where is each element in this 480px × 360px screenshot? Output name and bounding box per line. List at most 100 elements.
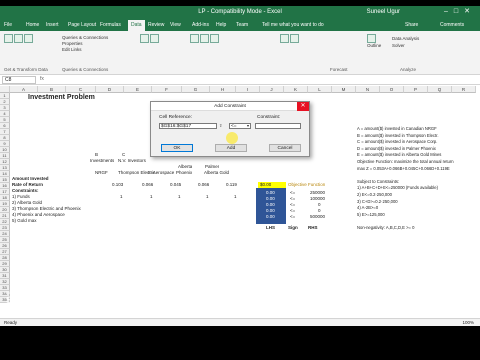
column-header[interactable]: D — [96, 86, 124, 93]
status-ready: Ready — [4, 320, 18, 325]
edit-links-item[interactable]: Edit Links — [62, 47, 108, 53]
column-header[interactable]: L — [308, 86, 332, 93]
tab-team[interactable]: Team — [236, 22, 248, 28]
tab-data[interactable]: Data — [128, 20, 145, 31]
column-header[interactable]: B — [38, 86, 66, 93]
mouse-cursor-highlight — [226, 132, 238, 144]
video-overlay-caption: LP Problem Excel — [58, 292, 89, 306]
note-line: E = amount($) invested in Alberta Gold M… — [357, 152, 442, 158]
comments-button[interactable]: Comments — [440, 22, 464, 28]
column-header[interactable]: R — [452, 86, 476, 93]
asset-name-3: In Aerospace — [148, 170, 175, 175]
outline-label: Outline — [367, 43, 382, 48]
note-line: 5) E>=125,000 — [357, 211, 385, 217]
column-header[interactable]: J — [260, 86, 284, 93]
tab-file[interactable]: File — [4, 22, 12, 28]
tab-page-layout[interactable]: Page Layout — [68, 22, 96, 28]
constraint-input[interactable] — [255, 123, 301, 129]
note-line: 2) E<=0.2·250,000 — [357, 191, 392, 197]
add-button[interactable]: Add — [215, 144, 247, 152]
get-transform-label: Get & Transform Data — [4, 67, 48, 72]
rate-e: 0.066 — [198, 182, 210, 187]
dialog-title: Add Constraint — [151, 102, 309, 111]
add-constraint-dialog: Add Constraint ✕ Cell Reference: $G$16:$… — [150, 101, 310, 157]
get-data-group[interactable] — [4, 34, 34, 43]
window-controls[interactable]: –□✕ — [444, 7, 476, 15]
queries-label: Queries & Connections — [62, 67, 109, 72]
lhs-footer: LHS — [266, 225, 275, 230]
column-header[interactable]: M — [332, 86, 356, 93]
cancel-button[interactable]: Cancel — [269, 144, 301, 152]
column-header[interactable]: A — [10, 86, 38, 93]
note-line: Objective Function: maximize the total a… — [357, 158, 454, 164]
problem-notes: A = amount($) invested in Canadian NRGF B… — [357, 126, 479, 232]
remove-duplicates-icon — [210, 34, 219, 43]
rhs-5: 500000 — [310, 214, 326, 219]
ok-button[interactable]: OK — [161, 144, 193, 152]
cell-ref-collapse-icon[interactable]: ⇧ — [219, 123, 222, 128]
asset-name-5: Alberta Gold — [204, 170, 230, 175]
chevron-down-icon[interactable]: ▾ — [247, 123, 249, 128]
column-header[interactable]: Q — [428, 86, 452, 93]
column-header[interactable]: E — [124, 86, 152, 93]
note-line: Non-negativity: A,B,C,D,E >= 0 — [357, 224, 415, 230]
from-text-icon — [14, 34, 23, 43]
select-all-corner[interactable] — [0, 86, 10, 93]
tab-home[interactable]: Home — [26, 22, 39, 28]
tab-add-ins[interactable]: Add-ins — [192, 22, 209, 28]
tab-formulas[interactable]: Formulas — [100, 22, 121, 28]
ribbon-tabs: File Home Insert Page Layout Formulas Data Rev… — [0, 20, 480, 31]
column-header[interactable]: P — [404, 86, 428, 93]
note-line: C = amount($) invested in Aerospace Corp… — [357, 139, 438, 145]
filter-icon — [150, 34, 159, 43]
asset-name-4: Phoenix — [176, 170, 193, 175]
analyze-group: Data Analysis Solver — [392, 35, 419, 49]
user-name: Suneel Ugur — [366, 9, 400, 15]
zoom-level[interactable]: 100% — [462, 320, 474, 325]
column-header[interactable]: F — [152, 86, 182, 93]
coef-2: 1 — [150, 194, 153, 199]
forecast-group[interactable] — [280, 34, 300, 43]
column-header[interactable]: K — [284, 86, 308, 93]
sign-5: <= — [290, 214, 296, 219]
share-button[interactable]: Share — [405, 22, 418, 28]
note-line: B = amount($) invested in Thompson Elect… — [357, 132, 439, 138]
tab-view[interactable]: View — [170, 22, 181, 28]
sign-footer: Sign — [288, 225, 298, 230]
asset-label-2: N.V. Investors — [118, 158, 146, 163]
column-header[interactable]: C — [66, 86, 96, 93]
dialog-close-button[interactable]: ✕ — [297, 102, 309, 111]
get-data-icon — [4, 34, 13, 43]
solver-button[interactable]: Solver — [392, 42, 419, 49]
formula-bar: C8 fx — [0, 75, 480, 85]
forecast-label: Forecast — [330, 67, 348, 72]
data-analysis-button[interactable]: Data Analysis — [392, 35, 419, 42]
note-line: D = amount($) invested in Palmer Phoenix — [357, 145, 436, 151]
rate-d: 0.045 — [170, 182, 182, 187]
window-title: LP - Compatibility Mode - Excel — [198, 9, 282, 15]
data-tools-group[interactable] — [190, 34, 220, 43]
sheet-title: Investment Problem — [28, 94, 95, 101]
title-bar: LP - Compatibility Mode - Excel Suneel U… — [0, 6, 480, 20]
name-box[interactable]: C8 — [2, 76, 36, 84]
outline-icon — [367, 34, 376, 43]
asset-name-1: NRGF — [95, 170, 108, 175]
column-header[interactable]: O — [380, 86, 404, 93]
column-header[interactable]: N — [356, 86, 380, 93]
tab-insert[interactable]: Insert — [46, 22, 59, 28]
outline-button[interactable]: Outline — [367, 34, 381, 48]
column-header[interactable]: H — [210, 86, 236, 93]
overlay-line-1: LP Problem — [58, 292, 90, 298]
sort-filter-group[interactable] — [140, 34, 160, 43]
column-header[interactable]: G — [182, 86, 210, 93]
tab-review[interactable]: Review — [148, 22, 164, 28]
tab-help[interactable]: Help — [216, 22, 226, 28]
coef-5: 1 — [234, 194, 237, 199]
column-header[interactable]: I — [236, 86, 260, 93]
flash-fill-icon — [200, 34, 209, 43]
ribbon: Get & Transform Data Queries & Connectio… — [0, 31, 480, 75]
cell-ref-input[interactable]: $G$16:$G$17 — [159, 123, 217, 129]
tell-me-search[interactable]: Tell me what you want to do — [262, 22, 324, 28]
row-label-c5: 5) Gold max — [12, 218, 37, 223]
note-line: 1) A+B+C+D+E<=250000 (Funds available) — [357, 185, 439, 191]
